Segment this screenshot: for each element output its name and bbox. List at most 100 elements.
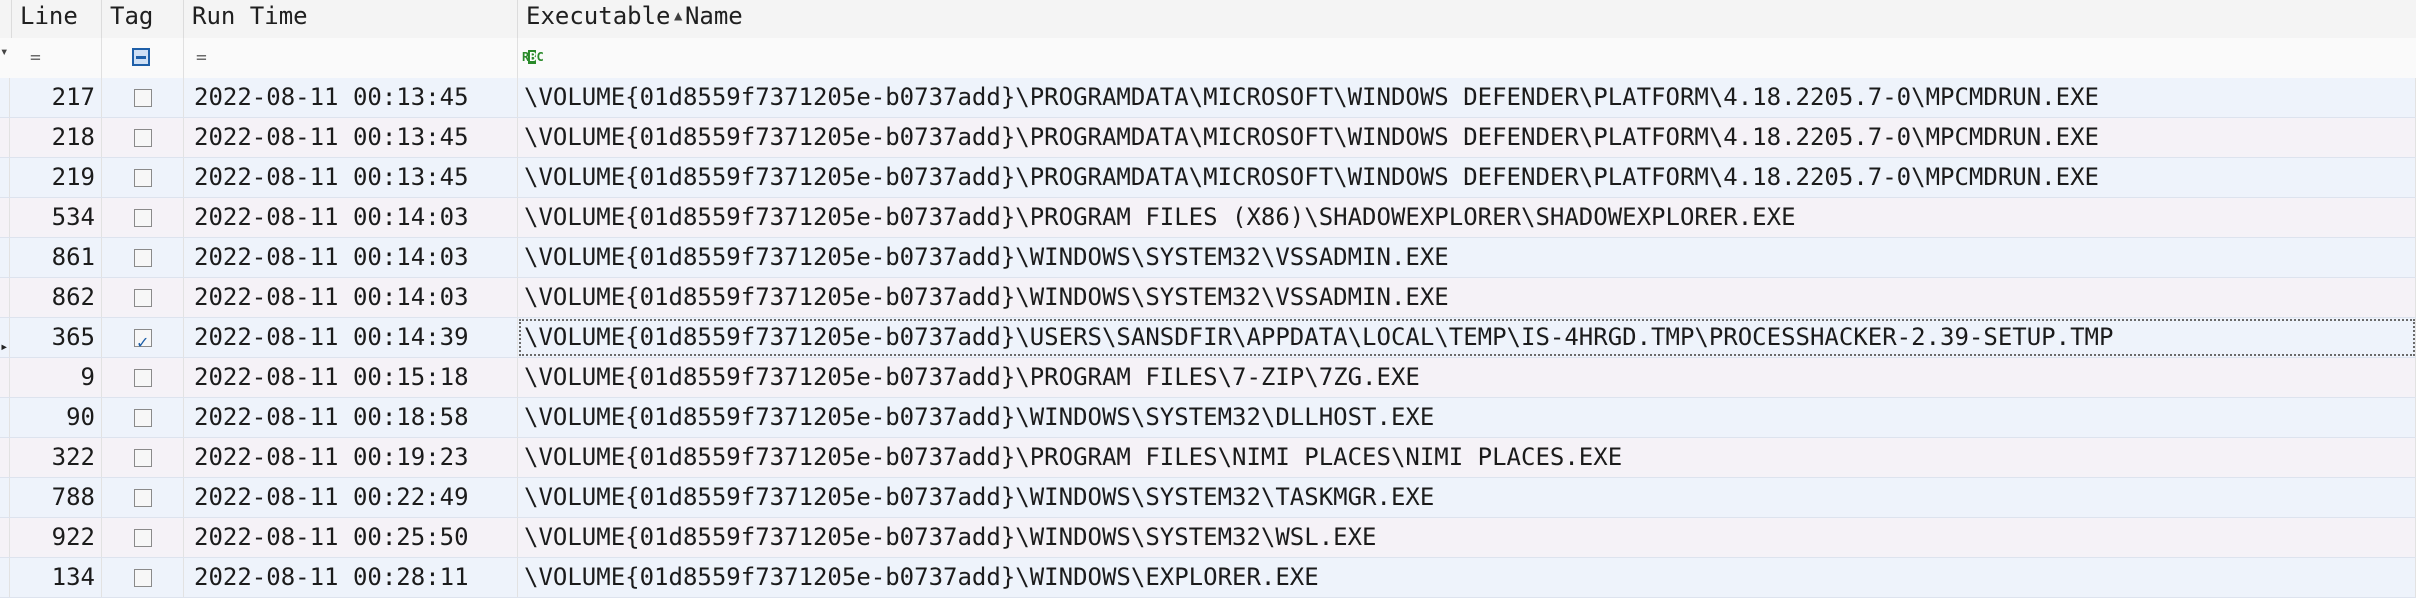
run-time-cell[interactable]: 2022-08-11 00:14:03 (184, 278, 518, 317)
tag-checkbox[interactable] (134, 209, 152, 227)
tag-checkbox[interactable] (134, 323, 152, 362)
column-header-tag[interactable]: Tag (102, 0, 184, 38)
filter-cell-executable-name[interactable]: RBC (518, 38, 2416, 78)
tag-cell[interactable] (102, 438, 184, 477)
tag-cell[interactable] (102, 278, 184, 317)
row-indicator-cell[interactable] (0, 358, 10, 397)
tag-checkbox[interactable] (134, 569, 152, 587)
tag-cell[interactable] (102, 118, 184, 157)
executable-name-cell[interactable]: \VOLUME{01d8559f7371205e-b0737add}\PROGR… (518, 118, 2416, 157)
executable-name-cell[interactable]: \VOLUME{01d8559f7371205e-b0737add}\PROGR… (518, 358, 2416, 397)
run-time-cell[interactable]: 2022-08-11 00:22:49 (184, 478, 518, 517)
line-cell[interactable]: 365 (10, 318, 102, 357)
run-time-cell[interactable]: 2022-08-11 00:14:39 (184, 318, 518, 357)
line-cell[interactable]: 219 (10, 158, 102, 197)
tag-checkbox[interactable] (134, 449, 152, 467)
table-row[interactable]: ▸365 2022-08-11 00:14:39\VOLUME{01d8559f7… (0, 318, 2416, 362)
tag-cell[interactable] (102, 158, 184, 197)
equals-operator-icon[interactable]: = (196, 48, 207, 68)
column-header-run-time[interactable]: Run Time ▲ (184, 0, 682, 38)
tag-checkbox[interactable] (134, 169, 152, 187)
column-header-line[interactable]: Line (12, 0, 102, 38)
line-cell[interactable]: 90 (10, 398, 102, 437)
row-indicator-cell[interactable] (0, 238, 10, 277)
table-row[interactable]: 134 2022-08-11 00:28:11 \VOLUME{01d8559f73… (0, 558, 2416, 598)
table-row[interactable]: 219 2022-08-11 00:13:45 \VOLUME{01d8559f73… (0, 158, 2416, 198)
line-cell[interactable]: 9 (10, 358, 102, 397)
tag-checkbox[interactable] (134, 129, 152, 147)
column-header-executable-name[interactable]: Executable Name (518, 0, 2416, 38)
table-row[interactable]: 862 2022-08-11 00:14:03 \VOLUME{01d8559f73… (0, 278, 2416, 318)
row-indicator-cell[interactable] (0, 158, 10, 197)
tag-cell[interactable] (102, 358, 184, 397)
executable-name-cell[interactable]: \VOLUME{01d8559f7371205e-b0737add}\PROGR… (518, 78, 2416, 117)
tag-cell[interactable] (102, 318, 184, 362)
tag-checkbox[interactable] (134, 529, 152, 547)
row-indicator-cell[interactable] (0, 478, 10, 517)
run-time-cell[interactable]: 2022-08-11 00:14:03 (184, 238, 518, 277)
tag-cell[interactable] (102, 198, 184, 237)
row-indicator-cell[interactable] (0, 558, 10, 597)
run-time-cell[interactable]: 2022-08-11 00:13:45 (184, 78, 518, 117)
executable-name-cell[interactable]: \VOLUME{01d8559f7371205e-b0737add}\WINDO… (518, 558, 2416, 597)
row-indicator-cell[interactable] (0, 78, 10, 117)
executable-name-cell[interactable]: \VOLUME{01d8559f7371205e-b0737add}\WINDO… (518, 518, 2416, 557)
text-contains-filter-icon[interactable]: RBC (522, 50, 544, 64)
run-time-cell[interactable]: 2022-08-11 00:28:11 (184, 558, 518, 597)
tag-filter-checkbox-icon[interactable] (132, 48, 150, 66)
tag-checkbox[interactable] (134, 289, 152, 307)
run-time-cell[interactable]: 2022-08-11 00:13:45 (184, 118, 518, 157)
tag-cell[interactable] (102, 518, 184, 557)
filter-cell-run-time[interactable]: = (184, 38, 518, 78)
executable-name-cell[interactable]: \VOLUME{01d8559f7371205e-b0737add}\WINDO… (518, 278, 2416, 317)
table-row[interactable]: 90 2022-08-11 00:18:58 \VOLUME{01d8559f737… (0, 398, 2416, 438)
line-cell[interactable]: 322 (10, 438, 102, 477)
tag-checkbox[interactable] (134, 249, 152, 267)
line-cell[interactable]: 862 (10, 278, 102, 317)
equals-operator-icon[interactable]: = (30, 48, 41, 68)
executable-name-cell[interactable]: \VOLUME{01d8559f7371205e-b0737add}\PROGR… (518, 438, 2416, 477)
tag-cell[interactable] (102, 558, 184, 597)
line-cell[interactable]: 134 (10, 558, 102, 597)
executable-name-cell[interactable]: \VOLUME{01d8559f7371205e-b0737add}\PROGR… (518, 198, 2416, 237)
executable-name-cell[interactable]: \VOLUME{01d8559f7371205e-b0737add}\WINDO… (518, 398, 2416, 437)
tag-cell[interactable] (102, 78, 184, 117)
line-cell[interactable]: 534 (10, 198, 102, 237)
row-indicator-cell[interactable]: ▸ (0, 318, 10, 357)
tag-cell[interactable] (102, 398, 184, 437)
tag-cell[interactable] (102, 238, 184, 277)
tag-checkbox[interactable] (134, 89, 152, 107)
filter-cell-line[interactable]: = (12, 38, 102, 78)
row-indicator-cell[interactable] (0, 398, 10, 437)
executable-name-cell[interactable]: \VOLUME{01d8559f7371205e-b0737add}\WINDO… (518, 478, 2416, 517)
row-indicator-cell[interactable] (0, 198, 10, 237)
line-cell[interactable]: 861 (10, 238, 102, 277)
tag-checkbox[interactable] (134, 409, 152, 427)
line-cell[interactable]: 217 (10, 78, 102, 117)
table-row[interactable]: 534 2022-08-11 00:14:03 \VOLUME{01d8559f73… (0, 198, 2416, 238)
row-indicator-cell[interactable] (0, 438, 10, 477)
line-cell[interactable]: 218 (10, 118, 102, 157)
tag-checkbox[interactable] (134, 489, 152, 507)
run-time-cell[interactable]: 2022-08-11 00:25:50 (184, 518, 518, 557)
table-row[interactable]: 922 2022-08-11 00:25:50 \VOLUME{01d8559f73… (0, 518, 2416, 558)
table-row[interactable]: 217 2022-08-11 00:13:45 \VOLUME{01d8559f73… (0, 78, 2416, 118)
row-indicator-cell[interactable] (0, 518, 10, 557)
table-row[interactable]: 861 2022-08-11 00:14:03 \VOLUME{01d8559f73… (0, 238, 2416, 278)
run-time-cell[interactable]: 2022-08-11 00:13:45 (184, 158, 518, 197)
table-row[interactable]: 788 2022-08-11 00:22:49 \VOLUME{01d8559f73… (0, 478, 2416, 518)
executable-name-cell[interactable]: \VOLUME{01d8559f7371205e-b0737add}\USERS… (518, 318, 2416, 357)
executable-name-cell[interactable]: \VOLUME{01d8559f7371205e-b0737add}\WINDO… (518, 238, 2416, 277)
table-row[interactable]: 218 2022-08-11 00:13:45 \VOLUME{01d8559f73… (0, 118, 2416, 158)
line-cell[interactable]: 788 (10, 478, 102, 517)
executable-name-cell[interactable]: \VOLUME{01d8559f7371205e-b0737add}\PROGR… (518, 158, 2416, 197)
tag-cell[interactable] (102, 478, 184, 517)
table-row[interactable]: 9 2022-08-11 00:15:18 \VOLUME{01d8559f7371… (0, 358, 2416, 398)
line-cell[interactable]: 922 (10, 518, 102, 557)
row-indicator-cell[interactable] (0, 118, 10, 157)
filter-cell-tag[interactable] (102, 38, 184, 78)
run-time-cell[interactable]: 2022-08-11 00:19:23 (184, 438, 518, 477)
run-time-cell[interactable]: 2022-08-11 00:18:58 (184, 398, 518, 437)
row-indicator-cell[interactable] (0, 278, 10, 317)
run-time-cell[interactable]: 2022-08-11 00:15:18 (184, 358, 518, 397)
